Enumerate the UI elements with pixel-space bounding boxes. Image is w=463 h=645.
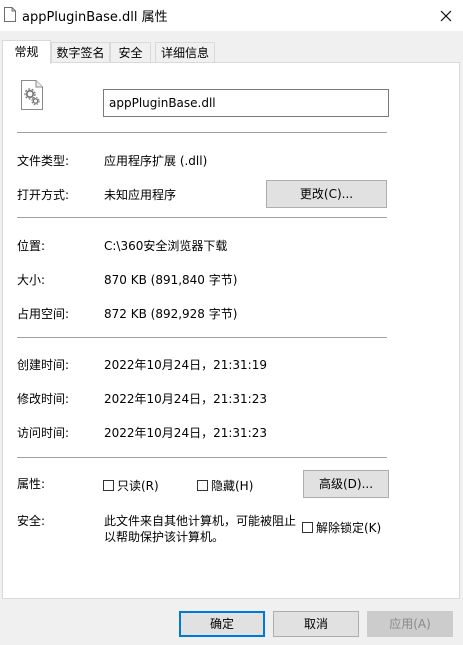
separator bbox=[17, 337, 387, 338]
location-label: 位置: bbox=[17, 239, 46, 253]
tab-security[interactable]: 安全 bbox=[110, 42, 151, 62]
modified-value: 2022年10月24日，21:31:23 bbox=[104, 392, 267, 406]
separator bbox=[17, 217, 387, 218]
close-icon bbox=[440, 10, 452, 21]
created-value: 2022年10月24日，21:31:19 bbox=[104, 358, 267, 372]
checkbox-box[interactable] bbox=[302, 522, 313, 533]
security-text-line2: 以帮助保护该计算机。 bbox=[104, 530, 225, 544]
file-type-value: 应用程序扩展 (.dll) bbox=[104, 154, 208, 168]
modified-label: 修改时间: bbox=[17, 392, 70, 406]
close-button[interactable] bbox=[429, 0, 463, 31]
security-text-line1: 此文件来自其他计算机，可能被阻止 bbox=[104, 514, 297, 528]
window-title: appPluginBase.dll 属性 bbox=[22, 10, 168, 25]
file-type-label: 文件类型: bbox=[17, 154, 70, 168]
size-value: 870 KB (891,840 字节) bbox=[104, 273, 238, 287]
checkbox-box[interactable] bbox=[197, 480, 208, 491]
tab-digital-signatures[interactable]: 数字签名 bbox=[51, 42, 110, 62]
tab-general[interactable]: 常规 bbox=[2, 40, 51, 64]
attributes-label: 属性: bbox=[17, 477, 46, 491]
separator bbox=[17, 457, 387, 458]
opens-with-value: 未知应用程序 bbox=[104, 188, 177, 202]
filename-input[interactable] bbox=[103, 89, 389, 117]
hidden-checkbox[interactable]: 隐藏(H) bbox=[197, 477, 253, 494]
accessed-label: 访问时间: bbox=[17, 426, 70, 440]
tab-details[interactable]: 详细信息 bbox=[155, 42, 215, 62]
readonly-checkbox[interactable]: 只读(R) bbox=[103, 477, 159, 494]
file-icon bbox=[4, 7, 16, 22]
ok-button[interactable]: 确定 bbox=[179, 611, 265, 637]
separator bbox=[17, 132, 387, 133]
dll-gear-file-icon bbox=[21, 80, 43, 110]
size-on-disk-value: 872 KB (892,928 字节) bbox=[104, 307, 238, 321]
size-on-disk-label: 占用空间: bbox=[17, 307, 70, 321]
apply-button[interactable]: 应用(A) bbox=[367, 611, 453, 637]
advanced-button[interactable]: 高级(D)... bbox=[303, 470, 389, 498]
hidden-label: 隐藏(H) bbox=[211, 479, 254, 493]
change-button[interactable]: 更改(C)... bbox=[266, 180, 387, 208]
general-panel: 文件类型: 应用程序扩展 (.dll) 打开方式: 未知应用程序 更改(C)..… bbox=[2, 62, 460, 599]
location-value: C:\360安全浏览器下载 bbox=[104, 239, 228, 253]
title-bar: appPluginBase.dll 属性 bbox=[0, 0, 463, 31]
created-label: 创建时间: bbox=[17, 358, 70, 372]
checkbox-box[interactable] bbox=[103, 480, 114, 491]
accessed-value: 2022年10月24日，21:31:23 bbox=[104, 426, 267, 440]
security-label: 安全: bbox=[17, 514, 46, 528]
unblock-label: 解除锁定(K) bbox=[316, 521, 382, 535]
readonly-label: 只读(R) bbox=[117, 479, 159, 493]
opens-with-label: 打开方式: bbox=[17, 188, 70, 202]
unblock-checkbox[interactable]: 解除锁定(K) bbox=[302, 519, 381, 536]
size-label: 大小: bbox=[17, 273, 46, 287]
cancel-button[interactable]: 取消 bbox=[273, 611, 359, 637]
